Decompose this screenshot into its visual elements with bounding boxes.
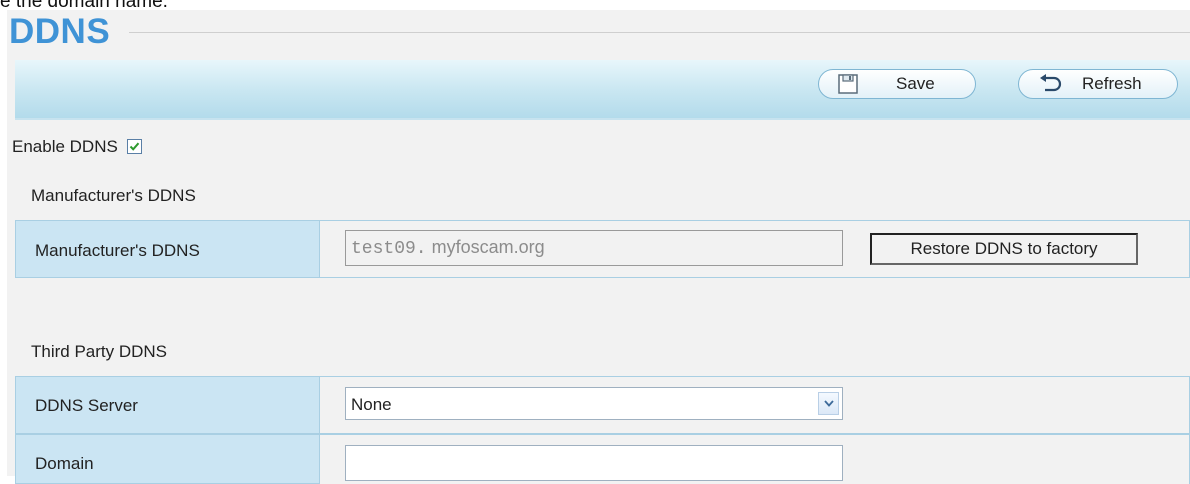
enable-ddns-row: Enable DDNS [12,137,142,157]
manufacturer-ddns-row: Manufacturer's DDNS test09. myfoscam.org… [15,220,1190,278]
ddns-server-label-cell: DDNS Server [15,376,320,434]
manufacturer-ddns-label: Manufacturer's DDNS [35,241,200,260]
domain-label-cell: Domain [15,434,320,484]
refresh-arrow-icon [1037,73,1063,100]
save-button[interactable]: Save [818,69,976,99]
manufacturer-ddns-field[interactable]: test09. myfoscam.org [345,230,843,266]
title-divider [129,32,1190,33]
page-title: DDNS [9,12,111,51]
third-party-ddns-heading: Third Party DDNS [31,342,168,361]
manufacturer-ddns-label-cell: Manufacturer's DDNS [15,220,320,278]
chevron-down-icon[interactable] [818,392,839,415]
ddns-server-select[interactable]: None [345,387,843,420]
refresh-button[interactable]: Refresh [1018,69,1178,99]
domain-row: Domain [15,434,1190,484]
checkmark-icon [129,142,139,151]
enable-ddns-label: Enable DDNS [12,137,118,156]
ddns-server-label: DDNS Server [35,396,138,415]
enable-ddns-checkbox[interactable] [126,139,142,154]
manufacturer-ddns-heading: Manufacturer's DDNS [31,186,196,205]
ddns-settings-page: DDNS Save Refresh Enable DDNS Manufactur… [7,10,1190,484]
toolbar: Save Refresh [15,60,1190,120]
save-button-label: Save [896,74,935,93]
domain-label: Domain [35,454,94,473]
ddns-value-prefix: test09. [351,239,427,259]
title-row: DDNS [7,10,1190,54]
refresh-button-label: Refresh [1082,74,1142,93]
floppy-disk-icon [837,73,859,100]
ddns-server-row: DDNS Server None [15,376,1190,434]
ddns-server-selected-value: None [351,395,392,414]
restore-ddns-button[interactable]: Restore DDNS to factory [870,233,1138,265]
ddns-value-domain: myfoscam.org [431,237,545,257]
